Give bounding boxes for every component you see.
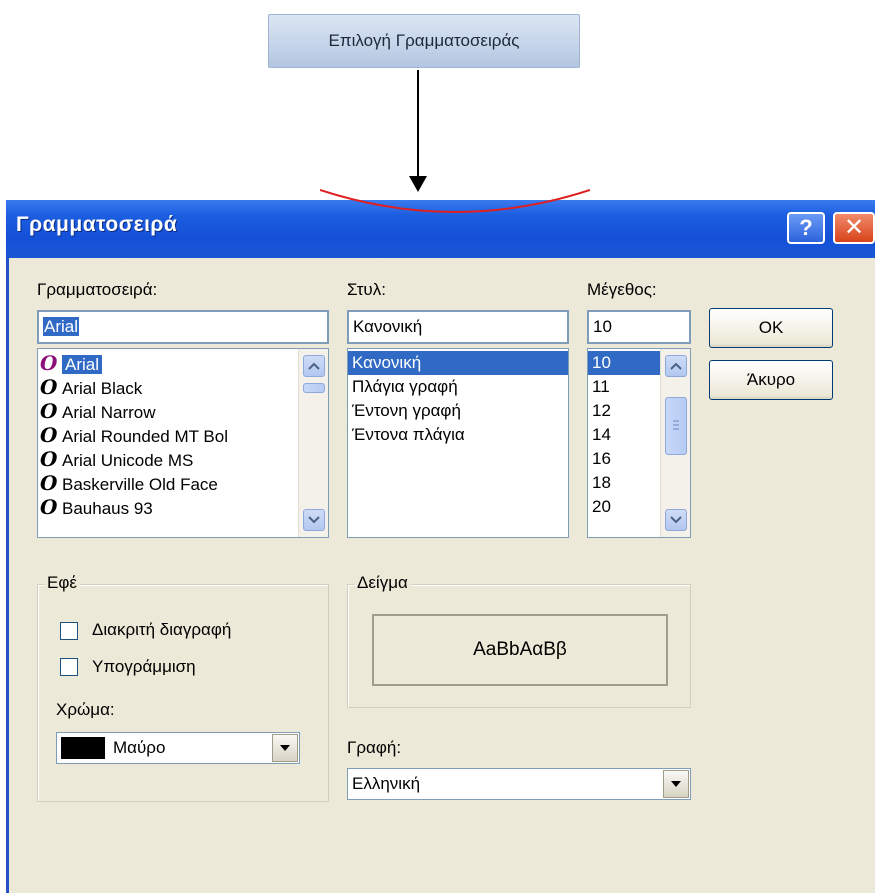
dropdown-arrow-icon[interactable]	[272, 734, 298, 762]
font-list[interactable]: O Arial O Arial Black O Arial Narrow O Arial…	[37, 348, 329, 538]
script-select[interactable]: Ελληνική	[347, 768, 691, 800]
font-list-scrollbar[interactable]	[298, 349, 328, 537]
scroll-up-icon[interactable]	[303, 355, 325, 377]
select-font-button[interactable]: Επιλογή Γραμματοσειράς	[268, 14, 580, 68]
underline-checkbox[interactable]	[60, 658, 78, 676]
color-label: Χρώμα:	[56, 700, 115, 719]
font-label: Γραμματοσειρά:	[37, 280, 158, 299]
color-swatch	[61, 737, 105, 759]
font-list-item[interactable]: O Baskerville Old Face	[38, 471, 296, 495]
style-input[interactable]: Κανονική	[347, 310, 569, 344]
effects-legend: Εφέ	[44, 573, 80, 593]
scroll-thumb[interactable]	[665, 397, 687, 455]
size-list-item[interactable]: 12	[588, 399, 660, 423]
help-button[interactable]: ?	[787, 212, 825, 244]
style-list-item[interactable]: Έντονη γραφή	[348, 399, 568, 423]
opentype-icon: O	[40, 447, 58, 471]
font-list-item[interactable]: O Arial	[38, 351, 296, 375]
scroll-thumb[interactable]	[303, 383, 325, 393]
opentype-icon: O	[40, 375, 58, 399]
style-list[interactable]: Κανονική Πλάγια γραφή Έντονη γραφή Έντον…	[347, 348, 569, 538]
font-input[interactable]: Arial	[37, 310, 329, 344]
effects-group	[37, 584, 329, 802]
font-list-item[interactable]: O Arial Unicode MS	[38, 447, 296, 471]
font-list-item[interactable]: O Arial Rounded MT Bol	[38, 423, 296, 447]
color-select-value: Μαύρο	[113, 738, 166, 757]
ok-button[interactable]: OK	[709, 308, 833, 348]
opentype-icon: O	[40, 471, 58, 495]
scroll-down-icon[interactable]	[665, 509, 687, 531]
size-input[interactable]: 10	[587, 310, 691, 344]
size-list-item[interactable]: 18	[588, 471, 660, 495]
size-list-scrollbar[interactable]	[660, 349, 690, 537]
size-list-item[interactable]: 16	[588, 447, 660, 471]
size-list-item[interactable]: 10	[588, 351, 660, 375]
style-list-item[interactable]: Έντονα πλάγια	[348, 423, 568, 447]
script-label: Γραφή:	[347, 738, 402, 757]
font-input-value: Arial	[43, 317, 80, 336]
scroll-up-icon[interactable]	[665, 355, 687, 377]
font-list-item[interactable]: O Arial Black	[38, 375, 296, 399]
size-list-item[interactable]: 11	[588, 375, 660, 399]
font-list-item[interactable]: O Arial Narrow	[38, 399, 296, 423]
style-list-item[interactable]: Πλάγια γραφή	[348, 375, 568, 399]
size-list-item[interactable]: 20	[588, 495, 660, 519]
dropdown-arrow-icon[interactable]	[663, 770, 689, 798]
scroll-down-icon[interactable]	[303, 509, 325, 531]
size-list[interactable]: 10 11 12 14 16 18 20	[587, 348, 691, 538]
sample-legend: Δείγμα	[354, 573, 411, 593]
size-list-item[interactable]: 14	[588, 423, 660, 447]
underline-label: Υπογράμμιση	[92, 657, 196, 676]
color-select[interactable]: Μαύρο	[56, 732, 300, 764]
strikeout-checkbox[interactable]	[60, 622, 78, 640]
cancel-button[interactable]: Άκυρο	[709, 360, 833, 400]
opentype-icon: O	[40, 495, 58, 519]
opentype-icon: O	[40, 351, 58, 375]
opentype-icon: O	[40, 399, 58, 423]
script-select-value: Ελληνική	[352, 774, 421, 793]
sample-preview: AaBbAαBβ	[372, 614, 668, 686]
annotation-arc	[320, 189, 590, 213]
size-label: Μέγεθος:	[587, 280, 657, 299]
strikeout-label: Διακριτή διαγραφή	[92, 620, 232, 639]
style-list-item[interactable]: Κανονική	[348, 351, 568, 375]
opentype-icon: O	[40, 423, 58, 447]
font-list-item[interactable]: O Bauhaus 93	[38, 495, 296, 519]
close-button[interactable]: ✕	[833, 212, 875, 244]
arrow-line	[417, 70, 419, 180]
dialog-title: Γραμματοσειρά	[16, 213, 178, 236]
style-label: Στυλ:	[347, 280, 386, 299]
